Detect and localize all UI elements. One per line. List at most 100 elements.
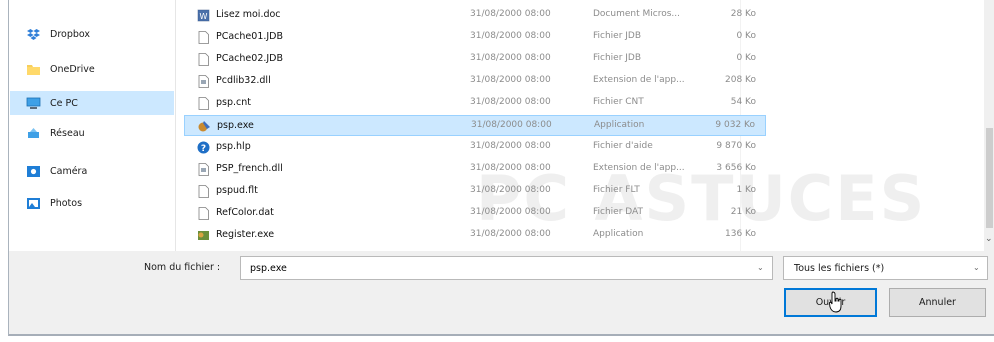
sidebar-item-label: OneDrive (50, 63, 95, 75)
sidebar-item-label: Caméra (50, 165, 88, 177)
file-row[interactable]: RefColor.dat 31/08/2000 08:00 Fichier DA… (184, 203, 766, 224)
sidebar-item-label: Photos (50, 197, 83, 209)
svg-text:?: ? (201, 144, 206, 154)
sidebar-item-camera[interactable]: Caméra (10, 159, 174, 183)
network-icon (28, 127, 39, 138)
file-name: PCache02.JDB (216, 53, 284, 64)
sidebar-item-label: Réseau (50, 127, 85, 139)
file-row[interactable]: W Lisez moi.doc 31/08/2000 08:00 Documen… (184, 5, 766, 26)
file-type-filter[interactable]: Tous les fichiers (*) ⌄ (783, 256, 988, 280)
svg-text:W: W (200, 12, 208, 21)
file-row[interactable]: PCache01.JDB 31/08/2000 08:00 Fichier JD… (184, 27, 766, 48)
file-size: 9 870 Ko (716, 141, 756, 151)
mouse-pointer-icon (829, 291, 842, 313)
file-name: Register.exe (216, 229, 275, 240)
file-size: 9 032 Ko (715, 120, 755, 130)
file-size: 136 Ko (725, 229, 756, 239)
photos-folder-icon (27, 197, 40, 209)
blank-file-icon (198, 207, 209, 220)
sidebar-item-label: Dropbox (50, 28, 91, 40)
file-size: 0 Ko (736, 31, 756, 41)
file-size: 54 Ko (730, 97, 756, 107)
file-row[interactable]: Pcdlib32.dll 31/08/2000 08:00 Extension … (184, 71, 766, 92)
blank-file-icon (198, 185, 209, 198)
chevron-down-icon: ⌄ (973, 263, 980, 272)
help-file-icon: ? (197, 141, 210, 154)
file-name: psp.cnt (216, 97, 251, 108)
dll-file-icon (198, 163, 209, 176)
file-name: psp.hlp (216, 141, 251, 152)
camera-folder-icon (27, 165, 40, 177)
scrollbar-thumb[interactable] (986, 128, 993, 228)
dll-file-icon (198, 75, 209, 88)
filename-input[interactable] (240, 256, 773, 280)
dropbox-icon (27, 28, 40, 40)
file-type: Fichier DAT (593, 207, 644, 217)
file-date: 31/08/2000 08:00 (470, 229, 551, 239)
file-date: 31/08/2000 08:00 (470, 53, 551, 63)
scroll-down-icon[interactable]: ⌄ (985, 234, 993, 244)
file-row[interactable]: ? psp.hlp 31/08/2000 08:00 Fichier d'aid… (184, 137, 766, 158)
file-name: pspud.flt (216, 185, 258, 196)
computer-icon (26, 97, 41, 109)
file-type: Fichier d'aide (593, 141, 653, 151)
file-type: Fichier FLT (593, 185, 640, 195)
blank-file-icon (198, 97, 209, 110)
file-type: Extension de l'app... (593, 75, 685, 85)
file-date: 31/08/2000 08:00 (470, 97, 551, 107)
sidebar-item-label: Ce PC (50, 97, 78, 109)
file-size: 0 Ko (736, 53, 756, 63)
sidebar-item-photos[interactable]: Photos (10, 191, 174, 215)
file-type: Application (593, 229, 644, 239)
onedrive-folder-icon (27, 64, 40, 75)
file-name: Pcdlib32.dll (216, 75, 271, 86)
file-date: 31/08/2000 08:00 (470, 185, 551, 195)
file-row[interactable]: psp.cnt 31/08/2000 08:00 Fichier CNT 54 … (184, 93, 766, 114)
file-name: psp.exe (217, 120, 254, 131)
file-row[interactable]: PCache02.JDB 31/08/2000 08:00 Fichier JD… (184, 49, 766, 70)
sidebar-item-onedrive[interactable]: OneDrive (10, 57, 174, 81)
cancel-button[interactable]: Annuler (889, 288, 986, 317)
file-type: Extension de l'app... (593, 163, 685, 173)
file-name: PCache01.JDB (216, 31, 284, 42)
file-name: RefColor.dat (216, 207, 274, 218)
psp-app-icon (198, 121, 210, 132)
file-size: 21 Ko (730, 207, 756, 217)
file-date: 31/08/2000 08:00 (470, 31, 551, 41)
file-date: 31/08/2000 08:00 (470, 141, 551, 151)
register-app-icon (198, 231, 209, 240)
file-size: 1 Ko (736, 185, 756, 195)
sidebar-item-reseau[interactable]: Réseau (10, 121, 174, 145)
file-size: 3 656 Ko (716, 163, 756, 173)
blank-file-icon (198, 31, 209, 44)
file-size: 208 Ko (725, 75, 756, 85)
file-date: 31/08/2000 08:00 (470, 163, 551, 173)
open-file-dialog: Dropbox OneDrive Ce PC Réseau Caméra Pho… (8, 0, 994, 336)
navigation-pane: Dropbox OneDrive Ce PC Réseau Caméra Pho… (9, 0, 176, 251)
file-date: 31/08/2000 08:00 (471, 120, 552, 130)
file-name: Lisez moi.doc (216, 9, 281, 20)
filename-label: Nom du fichier : (144, 262, 221, 273)
file-type: Fichier CNT (593, 97, 644, 107)
file-row[interactable]: pspud.flt 31/08/2000 08:00 Fichier FLT 1… (184, 181, 766, 202)
word-document-icon: W (197, 9, 210, 22)
file-row[interactable]: Register.exe 31/08/2000 08:00 Applicatio… (184, 225, 766, 246)
file-row-selected[interactable]: psp.exe 31/08/2000 08:00 Application 9 0… (184, 115, 766, 136)
file-name: PSP_french.dll (216, 163, 283, 174)
sidebar-item-ce-pc[interactable]: Ce PC (10, 91, 174, 115)
vertical-scrollbar[interactable]: ⌄ (984, 0, 994, 251)
file-date: 31/08/2000 08:00 (470, 75, 551, 85)
file-row[interactable]: PSP_french.dll 31/08/2000 08:00 Extensio… (184, 159, 766, 180)
file-type: Application (594, 120, 645, 130)
file-type: Fichier JDB (593, 53, 642, 63)
file-list: PC ASTUCES W Lisez moi.doc 31/08/2000 08… (176, 0, 984, 251)
file-type: Fichier JDB (593, 31, 642, 41)
file-date: 31/08/2000 08:00 (470, 9, 551, 19)
file-type-filter-value: Tous les fichiers (*) (794, 263, 885, 274)
file-date: 31/08/2000 08:00 (470, 207, 551, 217)
blank-file-icon (198, 53, 209, 66)
file-type: Document Micros... (593, 9, 680, 19)
sidebar-item-dropbox[interactable]: Dropbox (10, 22, 174, 46)
file-size: 28 Ko (730, 9, 756, 19)
chevron-down-icon[interactable]: ⌄ (757, 263, 764, 272)
